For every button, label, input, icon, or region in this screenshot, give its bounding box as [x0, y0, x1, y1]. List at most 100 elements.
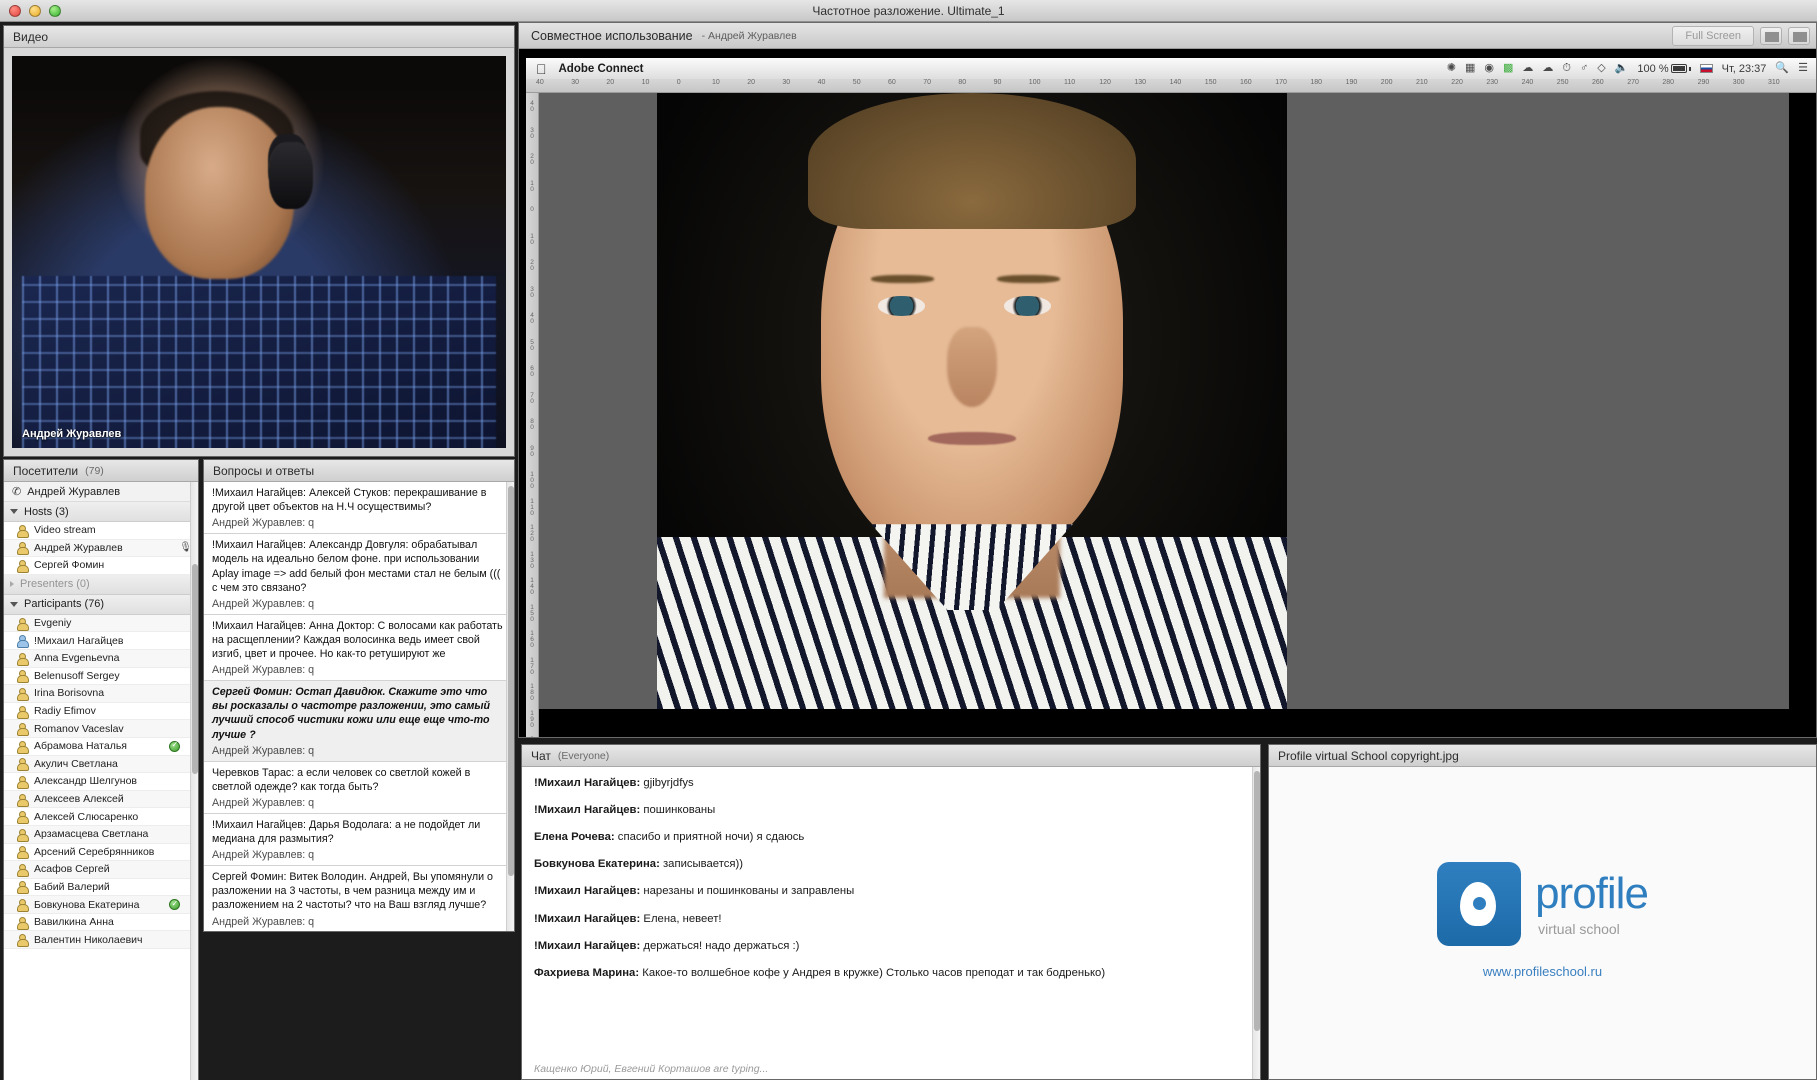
left-column: Видео Андрей Журавлев Посетители (79) ✆ А… [0, 22, 518, 1080]
chat-message-list[interactable]: !Михаил Нагайцев: gjibyrjdfys !Михаил Наг… [522, 767, 1260, 1079]
battery-status[interactable]: 100 % [1637, 62, 1691, 75]
attendee-row[interactable]: Radiy Efimov [4, 702, 198, 721]
qa-item[interactable]: Сергей Фомин: Остап Давидюк. Скажите это… [204, 681, 514, 762]
attendee-name: Radiy Efimov [34, 705, 96, 718]
ruler-tick: 170 [530, 656, 534, 676]
logo-row: profile virtual school [1437, 861, 1649, 946]
file-pod-body[interactable]: profile virtual school www.profileschool… [1269, 767, 1816, 1079]
qa-item[interactable]: Сергей Фомин: Витек Володин. Андрей, Вы … [204, 866, 514, 931]
ru-flag-icon[interactable] [1699, 64, 1713, 73]
qa-scrollbar-thumb[interactable] [508, 486, 514, 876]
notification-icon[interactable]: ◇ [1597, 63, 1605, 74]
attendee-row[interactable]: Абрамова Наталья [4, 737, 198, 756]
photo-hair [808, 93, 1136, 229]
attendee-group-header[interactable]: Presenters (0) [4, 574, 198, 595]
attendees-scrollbar[interactable] [190, 482, 198, 1080]
fullscreen-button[interactable]: Full Screen [1672, 25, 1754, 46]
person-icon [16, 758, 29, 772]
attendee-row[interactable]: Belenusoff Sergey [4, 667, 198, 686]
volume-icon[interactable]: 🔈 [1615, 63, 1629, 74]
ruler-tick: 210 [1416, 79, 1428, 86]
attendee-name: Александр Шелгунов [34, 775, 137, 788]
attendee-row[interactable]: Алексей Слюсаренко [4, 808, 198, 826]
attendee-row[interactable]: Арсений Серебрянников [4, 843, 198, 862]
qa-list[interactable]: !Михаил Нагайцев: Алексей Стуков: перекр… [204, 482, 514, 931]
chat-message: !Михаил Нагайцев: нарезаны и пошинкованы… [534, 884, 1246, 898]
attendee-self-row[interactable]: ✆ Андрей Журавлев [4, 482, 198, 502]
qa-pod-header: Вопросы и ответы [204, 460, 514, 482]
chat-text: записывается)) [662, 858, 744, 871]
ruler-tick: 30 [530, 285, 534, 299]
person-icon [16, 723, 29, 737]
attendee-row[interactable]: Video stream [4, 522, 198, 540]
apple-menu-icon[interactable]:  [536, 62, 547, 76]
attendee-row[interactable]: Бовкунова Екатерина [4, 896, 198, 914]
photoshop-canvas[interactable] [539, 93, 1789, 709]
ruler-tick: 70 [530, 391, 534, 405]
attendee-row[interactable]: Вавилкина Анна [4, 913, 198, 932]
photo-brow-left [871, 274, 935, 284]
battery-percent: 100 % [1637, 62, 1669, 75]
activity-icon[interactable]: ▩ [1503, 63, 1513, 74]
qa-item[interactable]: !Михаил Нагайцев: Алексей Стуков: перекр… [204, 482, 514, 535]
attendee-row[interactable]: Арзамасцева Светлана [4, 825, 198, 844]
chat-message: Елена Рочева: спасибо и приятной ночи) я… [534, 830, 1246, 844]
bluetooth-icon[interactable]: ✺ [1447, 63, 1456, 74]
attendee-row[interactable]: Акулич Светлана [4, 755, 198, 774]
qa-item[interactable]: !Михаил Нагайцев: Дарья Водолага: а не п… [204, 814, 514, 867]
qa-item[interactable]: Черевков Тарас: а если человек со светло… [204, 762, 514, 814]
attendee-row[interactable]: !Михаил Нагайцев [4, 632, 198, 650]
active-app-name[interactable]: Adobe Connect [559, 63, 644, 75]
attendee-row[interactable]: Romanov Vaceslav [4, 720, 198, 738]
dropbox-icon[interactable]: ◉ [1484, 63, 1494, 74]
attendee-group-header[interactable]: Participants (76) [4, 594, 198, 615]
attendee-row[interactable]: Irina Borisovna [4, 685, 198, 703]
timemachine-icon[interactable]: ⏱ [1562, 63, 1571, 74]
layout-small-button[interactable] [1760, 26, 1782, 45]
ruler-tick: 40 [817, 79, 826, 86]
attendee-row[interactable]: Anna Evgenьevna [4, 649, 198, 668]
attendees-scrollbar-thumb[interactable] [192, 564, 198, 774]
attendee-row[interactable]: Бабий Валерий [4, 878, 198, 897]
chat-scrollbar-thumb[interactable] [1254, 771, 1260, 1031]
chevron-down-icon [10, 509, 18, 514]
person-icon [16, 542, 29, 556]
logo-wordmark: profile [1535, 868, 1649, 918]
attendees-list[interactable]: ✆ Андрей Журавлев Hosts (3) Video stream Анд… [4, 482, 198, 1080]
qa-item[interactable]: !Михаил Нагайцев: Александр Довгуля: обр… [204, 534, 514, 615]
attendee-row[interactable]: Андрей Журавлев 🎙 [4, 539, 198, 558]
attendees-pod: Посетители (79) ✆ Андрей Журавлев Hosts (3… [3, 459, 199, 1080]
chat-scrollbar[interactable] [1252, 767, 1260, 1079]
attendee-row[interactable]: Александр Шелгунов [4, 773, 198, 791]
menu-icon[interactable]: ☰ [1798, 63, 1808, 74]
attendee-row[interactable]: Асафов Сергей [4, 861, 198, 879]
person-icon [16, 846, 29, 860]
display-icon[interactable]: ▦ [1465, 63, 1475, 74]
qa-scrollbar[interactable] [506, 482, 514, 931]
user-icon[interactable]: ♂ [1580, 63, 1588, 74]
qa-answer: Андрей Журавлев: q [212, 597, 315, 610]
attendee-row[interactable]: Сергей Фомин [4, 557, 198, 575]
cloud-icon[interactable]: ☁ [1542, 63, 1553, 74]
attendee-row[interactable]: Evgeniy [4, 614, 198, 633]
file-pod-header: Profile virtual School copyright.jpg [1269, 745, 1816, 767]
ruler-tick: 40 [530, 100, 534, 114]
chat-author: Бовкунова Екатерина: [534, 858, 660, 871]
search-icon[interactable]: 🔍 [1775, 63, 1789, 74]
ruler-tick: 150 [1204, 79, 1217, 86]
chat-scope: (Everyone) [557, 749, 610, 762]
shared-screen-stage[interactable]:  Adobe Connect ✺ ▦ ◉ ▩ ☁ ☁ ⏱ ♂ ◇ 🔈 100 … [519, 49, 1816, 737]
layout-large-button[interactable] [1788, 26, 1810, 45]
menubar-clock[interactable]: Чт, 23:37 [1722, 63, 1767, 75]
photo-brow-right [997, 274, 1061, 284]
cloud-sync-icon[interactable]: ☁ [1522, 63, 1533, 74]
attendee-row[interactable]: Алексеев Алексей [4, 790, 198, 809]
file-pod-title: Profile virtual School copyright.jpg [1278, 748, 1459, 763]
logo-website-url: www.profileschool.ru [1482, 963, 1603, 979]
attendee-row[interactable]: Валентин Николаевич [4, 931, 198, 950]
attendee-group-header[interactable]: Hosts (3) [4, 502, 198, 522]
video-stream[interactable]: Андрей Журавлев [12, 56, 506, 448]
chat-author: !Михаил Нагайцев: [534, 939, 641, 952]
edited-photo[interactable] [657, 93, 1287, 709]
qa-item[interactable]: !Михаил Нагайцев: Анна Доктор: С волосам… [204, 615, 514, 682]
